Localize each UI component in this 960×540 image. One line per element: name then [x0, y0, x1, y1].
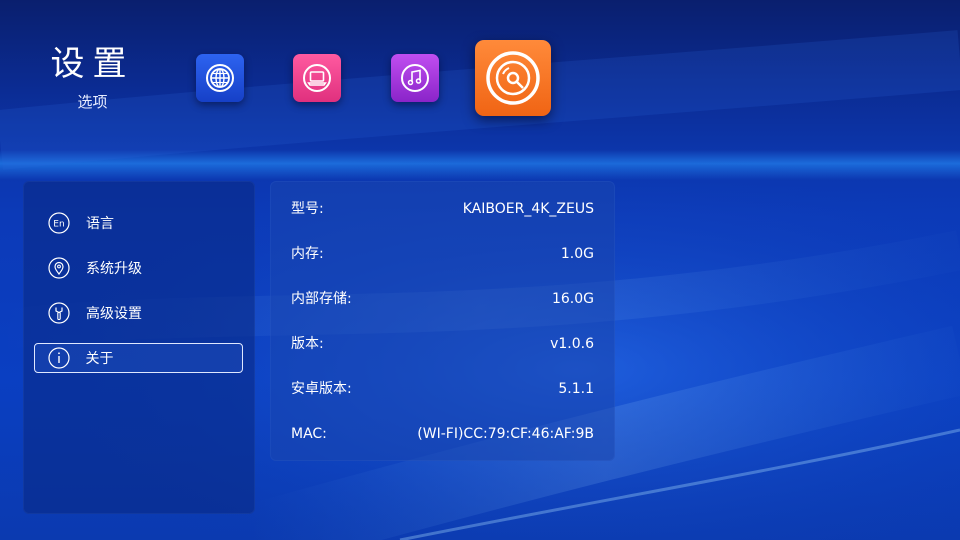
sidebar-item-advanced-settings[interactable]: 高级设置 [34, 298, 243, 328]
sidebar-item-language[interactable]: En 语言 [34, 208, 243, 238]
laptop-icon [303, 64, 331, 92]
page-subtitle: 选项 [77, 93, 108, 111]
info-row-version: 版本: v1.0.6 [291, 334, 594, 354]
info-key: 版本: [291, 336, 324, 352]
sidebar-item-label: 高级设置 [86, 306, 142, 322]
network-app-button[interactable] [196, 54, 244, 102]
location-pin-icon [48, 257, 70, 279]
info-row-android-version: 安卓版本: 5.1.1 [291, 379, 594, 399]
info-value: 16.0G [551, 291, 594, 307]
sidebar-item-label: 系统升级 [86, 261, 142, 277]
header-glow [0, 150, 960, 180]
info-key: MAC: [291, 426, 327, 442]
info-row-storage: 内部存储: 16.0G [291, 289, 594, 309]
sidebar-item-label: 语言 [86, 216, 114, 232]
info-value: 5.1.1 [558, 381, 594, 397]
info-row-model: 型号: KAIBOER_4K_ZEUS [291, 199, 594, 219]
info-icon [47, 347, 70, 369]
sound-app-button[interactable] [391, 54, 439, 102]
info-row-mac: MAC: (WI-FI)CC:79:CF:46:AF:9B [291, 424, 594, 444]
about-info-panel: 型号: KAIBOER_4K_ZEUS 内存: 1.0G 内部存储: 16.0G… [270, 181, 615, 461]
sidebar-item-system-upgrade[interactable]: 系统升级 [34, 253, 243, 283]
info-key: 内存: [291, 246, 324, 262]
sidebar-item-about[interactable]: 关于 [34, 343, 243, 373]
page-title: 设置 [50, 44, 135, 84]
about-app-button[interactable] [475, 40, 551, 116]
info-value: 1.0G [560, 246, 594, 262]
language-en-icon: En [48, 212, 70, 234]
info-value: v1.0.6 [550, 336, 594, 352]
display-app-button[interactable] [293, 54, 341, 102]
music-icon [401, 64, 429, 92]
info-value: (WI-FI)CC:79:CF:46:AF:9B [417, 426, 594, 442]
info-key: 内部存储: [291, 291, 352, 307]
info-key: 型号: [291, 201, 324, 217]
info-key: 安卓版本: [291, 381, 352, 397]
info-value: KAIBOER_4K_ZEUS [462, 201, 594, 217]
svg-text:En: En [53, 220, 64, 230]
disc-icon [486, 51, 540, 105]
info-row-memory: 内存: 1.0G [291, 244, 594, 264]
sidebar-item-label: 关于 [85, 351, 114, 367]
wrench-icon [48, 302, 70, 324]
sidebar-panel: En 语言 系统升级 高级设置 关于 [23, 181, 255, 514]
globe-icon [206, 64, 234, 92]
